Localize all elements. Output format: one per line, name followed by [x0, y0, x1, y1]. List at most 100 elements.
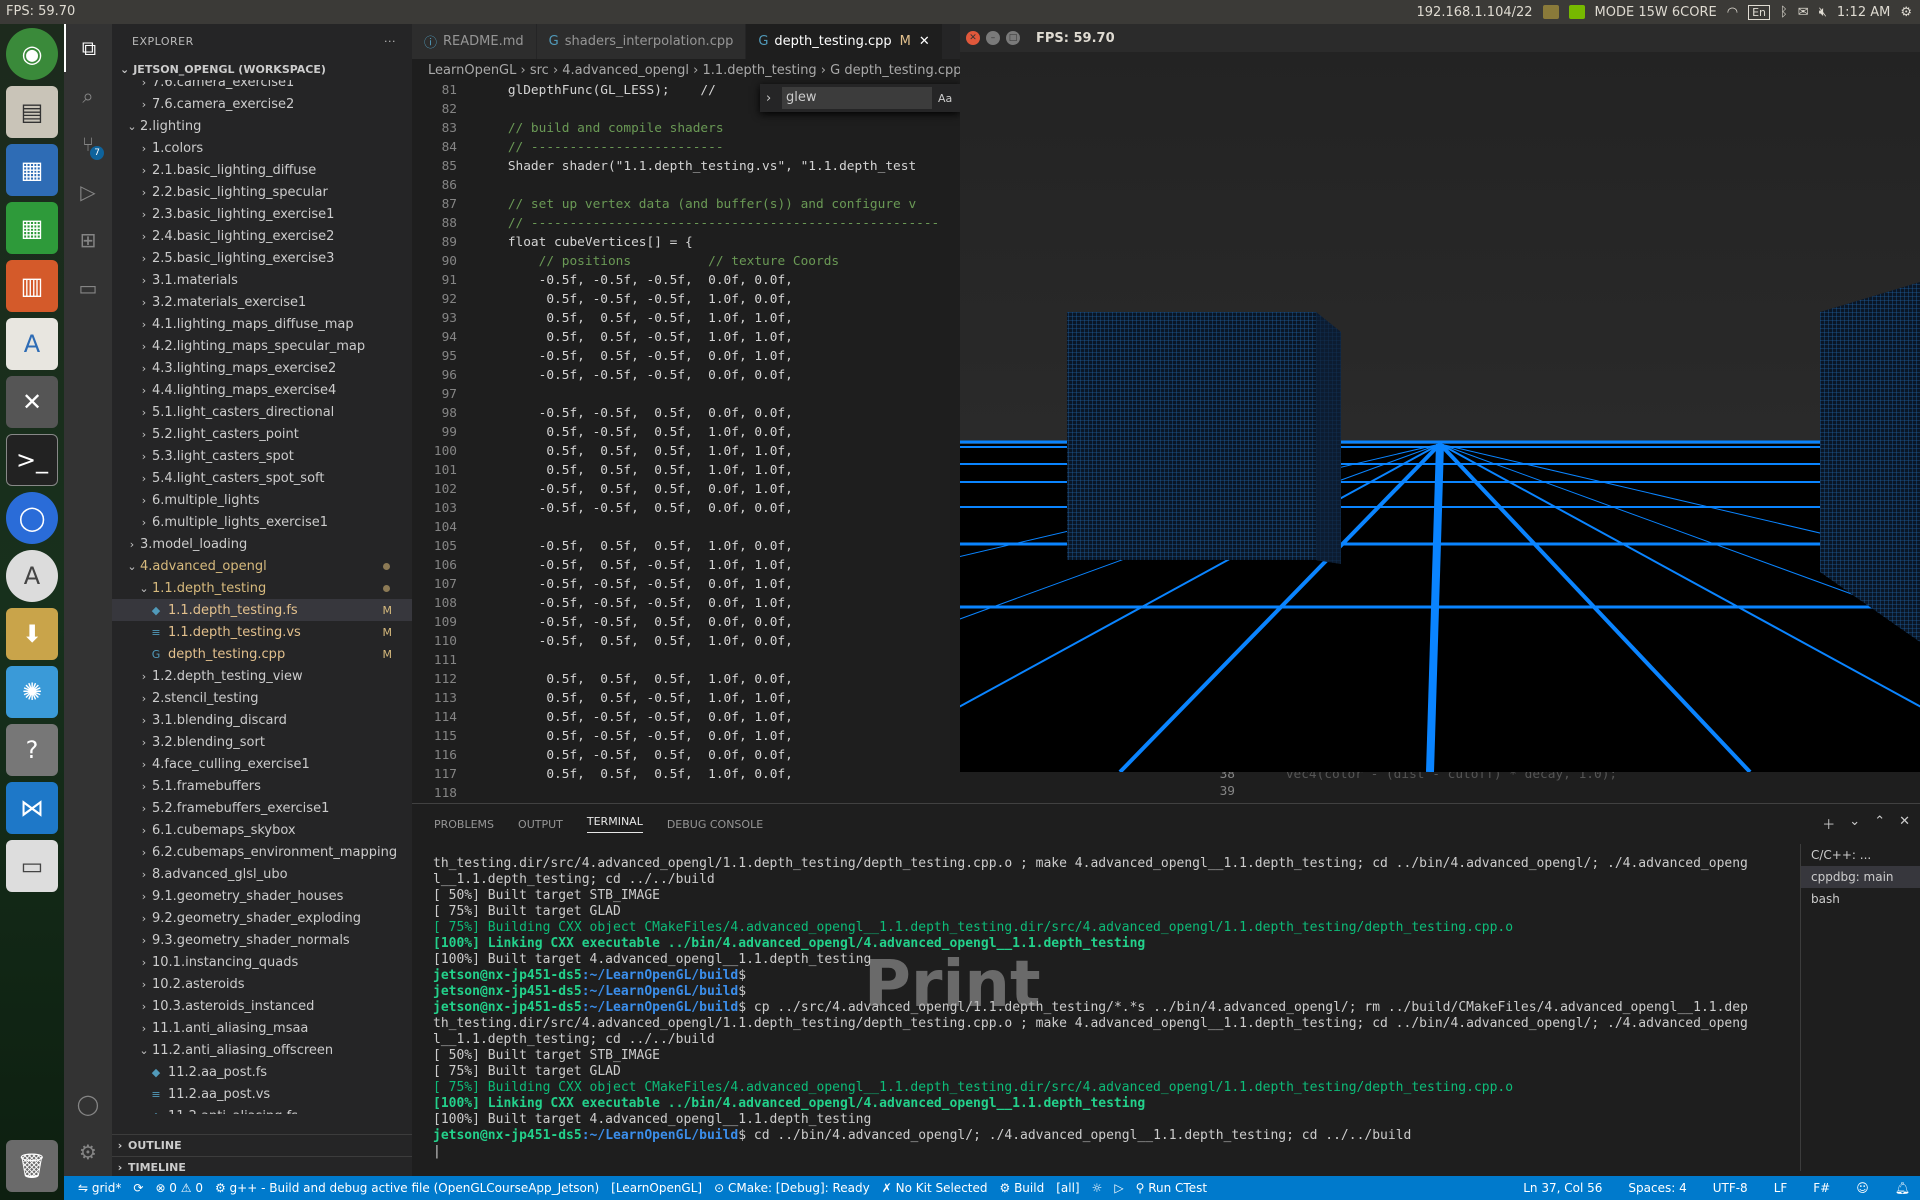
explorer-icon[interactable]: ⧉ [64, 24, 112, 72]
indentation[interactable]: Spaces: 4 [1628, 1181, 1686, 1195]
writer-icon[interactable]: ▦ [6, 144, 58, 196]
system-tools-icon[interactable]: ✕ [6, 376, 58, 428]
timeline-section[interactable]: › TIMELINE [112, 1156, 412, 1176]
outline-section[interactable]: › OUTLINE [112, 1134, 412, 1156]
tree-file[interactable]: ≡ 1.1.depth_testing.vs M [112, 621, 412, 643]
workspace-header[interactable]: ⌄ JETSON_OPENGL (WORKSPACE) [112, 58, 412, 80]
nvidia-icon[interactable] [1568, 5, 1585, 19]
tree-folder[interactable]: › 4.3.lighting_maps_exercise2 [112, 357, 412, 379]
terminal-icon[interactable]: >_ [6, 434, 58, 486]
tree-folder[interactable]: › 5.3.light_casters_spot [112, 445, 412, 467]
maximize-panel-icon[interactable]: ⌃ [1874, 814, 1885, 833]
tree-folder[interactable]: › 5.1.framebuffers [112, 775, 412, 797]
minimize-icon[interactable]: – [986, 31, 1000, 45]
tree-folder[interactable]: › 1.2.depth_testing_view [112, 665, 412, 687]
bluetooth-icon[interactable]: ᛒ [1780, 5, 1788, 20]
build-target[interactable]: [all] [1056, 1181, 1079, 1195]
tree-folder[interactable]: › 5.2.framebuffers_exercise1 [112, 797, 412, 819]
maximize-icon[interactable]: □ [1006, 31, 1020, 45]
panel-tab-terminal[interactable]: TERMINAL [586, 815, 643, 833]
remote-indicator[interactable]: ⇋ grid* [78, 1181, 121, 1195]
tree-folder[interactable]: ⌄ 11.2.anti_aliasing_offscreen [112, 1039, 412, 1061]
panel-tab-output[interactable]: OUTPUT [518, 818, 563, 831]
extensions-icon[interactable]: ⊞ [64, 216, 112, 264]
panel-tab-debug-console[interactable]: DEBUG CONSOLE [667, 818, 763, 831]
tree-folder[interactable]: › 5.2.light_casters_point [112, 423, 412, 445]
end-of-line[interactable]: LF [1774, 1181, 1788, 1195]
tree-folder[interactable]: › 5.4.light_casters_spot_soft [112, 467, 412, 489]
tree-folder[interactable]: › 4.face_culling_exercise1 [112, 753, 412, 775]
cursor-position[interactable]: Ln 37, Col 56 [1523, 1181, 1602, 1195]
cmake-folder[interactable]: [LearnOpenGL] [611, 1181, 702, 1195]
tree-folder[interactable]: › 9.3.geometry_shader_normals [112, 929, 412, 951]
more-actions-icon[interactable]: ··· [384, 35, 396, 48]
files-icon[interactable]: ▤ [6, 86, 58, 138]
tree-folder[interactable]: › 5.1.light_casters_directional [112, 401, 412, 423]
tree-folder[interactable]: › 3.1.materials [112, 269, 412, 291]
feedback-icon[interactable]: ☺ [1856, 1181, 1869, 1195]
tab-shaders-interpolation-cpp[interactable]: Gshaders_interpolation.cpp [536, 24, 747, 59]
tree-folder[interactable]: › 3.2.blending_sort [112, 731, 412, 753]
updater-icon[interactable]: A [6, 550, 58, 602]
volume-muted-icon[interactable]: 🔇︎ [1819, 5, 1827, 20]
tree-folder[interactable]: › 9.2.geometry_shader_exploding [112, 907, 412, 929]
archive-manager-icon[interactable]: ⬇ [6, 608, 58, 660]
software-center-icon[interactable]: A [6, 318, 58, 370]
network-monitor-icon[interactable] [1542, 5, 1559, 19]
tree-folder[interactable]: › 10.3.asteroids_instanced [112, 995, 412, 1017]
tree-folder[interactable]: › 10.2.asteroids [112, 973, 412, 995]
opengl-window[interactable]: ✕ – □ FPS: 59.70 [960, 24, 1920, 772]
tree-folder[interactable]: › 7.6.camera_exercise2 [112, 93, 412, 115]
secondary-editor[interactable]: 38 vec4(color - (dist - cutoff) * decay,… [1190, 767, 1920, 803]
debug-icon[interactable]: ☼ [1092, 1181, 1103, 1195]
tree-folder[interactable]: › 4.2.lighting_maps_specular_map [112, 335, 412, 357]
keyboard-language[interactable]: En [1748, 4, 1770, 20]
tree-folder[interactable]: › 6.multiple_lights [112, 489, 412, 511]
mail-icon[interactable]: ✉ [1798, 5, 1809, 20]
tree-folder[interactable]: › 3.2.materials_exercise1 [112, 291, 412, 313]
run-ctest-button[interactable]: ⚲ Run CTest [1136, 1181, 1207, 1195]
tree-folder[interactable]: › 2.stencil_testing [112, 687, 412, 709]
trash-icon[interactable]: 🗑︎ [6, 1140, 58, 1192]
run-debug-icon[interactable]: ▷ [64, 168, 112, 216]
tree-folder[interactable]: › 4.4.lighting_maps_exercise4 [112, 379, 412, 401]
impress-icon[interactable]: ▥ [6, 260, 58, 312]
tree-folder[interactable]: › 6.multiple_lights_exercise1 [112, 511, 412, 533]
tree-file[interactable]: Gdepth_testing.cpp M [112, 643, 412, 665]
drive-icon[interactable]: ▭ [6, 840, 58, 892]
breadcrumb[interactable]: LearnOpenGL › src › 4.advanced_opengl › … [412, 59, 960, 81]
tab-readme-md[interactable]: ⓘ README.md [412, 24, 537, 59]
tree-folder[interactable]: › 1.colors [112, 137, 412, 159]
tree-folder[interactable]: › 11.1.anti_aliasing_msaa [112, 1017, 412, 1039]
vscode-icon[interactable]: ⋈ [6, 782, 58, 834]
tab-depth-testing-cpp[interactable]: Gdepth_testing.cpp M ✕ [746, 24, 943, 59]
account-icon[interactable]: ◯ [64, 1080, 112, 1128]
search-icon[interactable]: ⌕ [64, 72, 112, 120]
clock[interactable]: 1:12 AM [1837, 5, 1890, 20]
chevron-right-icon[interactable]: › [766, 91, 771, 106]
ubuntu-dash-icon[interactable]: ◉ [6, 28, 58, 80]
tree-folder[interactable]: › 6.2.cubemaps_environment_mapping [112, 841, 412, 863]
tree-folder[interactable]: › 2.4.basic_lighting_exercise2 [112, 225, 412, 247]
match-case-toggle[interactable]: Aa [938, 92, 952, 105]
tree-file[interactable]: ◆ 11.2.aa_post.fs [112, 1061, 412, 1083]
tree-folder[interactable]: › 8.advanced_glsl_ubo [112, 863, 412, 885]
find-input[interactable]: glew [782, 87, 932, 109]
code-editor[interactable]: 81 glDepthFunc(GL_LESS); // 82 83 // build… [412, 81, 960, 803]
tree-folder[interactable]: › 3.model_loading [112, 533, 412, 555]
tree-folder[interactable]: › 2.2.basic_lighting_specular [112, 181, 412, 203]
run-icon[interactable]: ▷ [1114, 1181, 1123, 1195]
notifications-icon[interactable]: 🔔︎ [1895, 1181, 1910, 1195]
terminal-instance[interactable]: cppdbg: main [1801, 866, 1920, 888]
tree-folder[interactable]: › 6.1.cubemaps_skybox [112, 819, 412, 841]
build-button[interactable]: ⚙ Build [1000, 1181, 1045, 1195]
build-config[interactable]: ⚙ g++ - Build and debug active file (Ope… [215, 1181, 599, 1195]
kit-selector[interactable]: ✗ No Kit Selected [882, 1181, 988, 1195]
close-icon[interactable]: ✕ [966, 31, 980, 45]
terminal-instance[interactable]: bash [1801, 888, 1920, 910]
cmake-status[interactable]: ⊙ CMake: [Debug]: Ready [714, 1181, 870, 1195]
language-mode[interactable]: F# [1813, 1181, 1830, 1195]
remote-explorer-icon[interactable]: ▭ [64, 264, 112, 312]
power-mode[interactable]: MODE 15W 6CORE [1595, 5, 1717, 20]
tree-folder[interactable]: ⌄ 2.lighting [112, 115, 412, 137]
